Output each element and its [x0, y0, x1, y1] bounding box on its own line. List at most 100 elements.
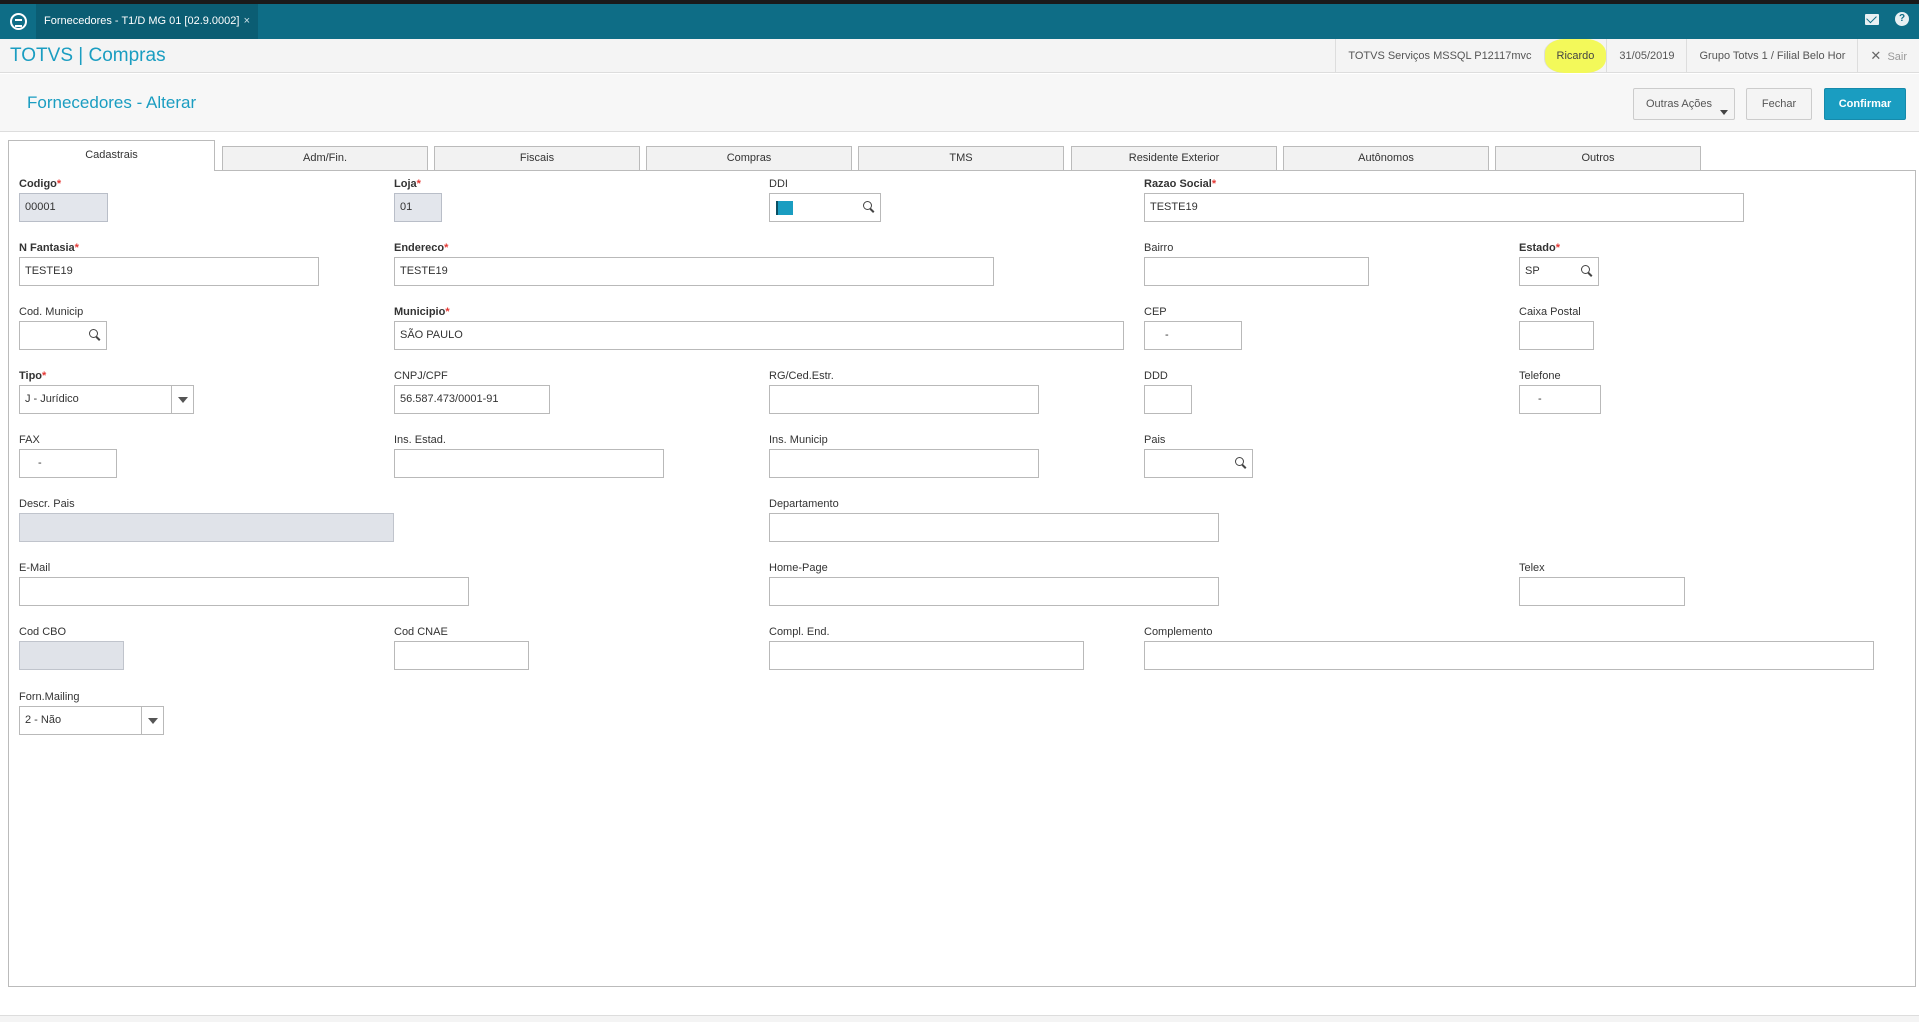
- n-fantasia-label: N Fantasia*: [19, 242, 79, 254]
- ins-estad-field[interactable]: [394, 449, 664, 478]
- window-tab-title: Fornecedores - T1/D MG 01 [02.9.0002]: [44, 15, 240, 27]
- home-page-field[interactable]: [769, 577, 1219, 606]
- tipo-label: Tipo*: [19, 370, 47, 382]
- estado-field[interactable]: SP: [1519, 257, 1599, 286]
- form-header: Fornecedores - Alterar Outras Ações Fech…: [0, 74, 1919, 132]
- other-actions-button[interactable]: Outras Ações: [1633, 88, 1735, 120]
- page-title: Fornecedores - Alterar: [27, 93, 197, 112]
- bairro-field[interactable]: [1144, 257, 1369, 286]
- exit-button[interactable]: ✕ Sair: [1857, 39, 1919, 73]
- tab-residente-exterior[interactable]: Residente Exterior: [1071, 146, 1277, 170]
- cod-cbo-label: Cod CBO: [19, 626, 67, 638]
- compl-end-label: Compl. End.: [769, 626, 830, 638]
- current-date[interactable]: 31/05/2019: [1606, 39, 1686, 73]
- estado-label: Estado*: [1519, 242, 1560, 254]
- other-actions-label: Outras Ações: [1645, 98, 1713, 110]
- razao-social-label: Razao Social*: [1144, 178, 1217, 190]
- totvs-logo-icon[interactable]: [10, 13, 27, 30]
- cep-field[interactable]: -: [1144, 321, 1242, 350]
- ins-estad-label: Ins. Estad.: [394, 434, 446, 446]
- fax-field[interactable]: -: [19, 449, 117, 478]
- tab-autonomos[interactable]: Autônomos: [1283, 146, 1489, 170]
- caixa-postal-label: Caixa Postal: [1519, 306, 1581, 318]
- email-field[interactable]: [19, 577, 469, 606]
- cnpj-cpf-field[interactable]: 56.587.473/0001-91: [394, 385, 550, 414]
- estado-value: SP: [1525, 265, 1540, 277]
- mail-icon[interactable]: [1865, 14, 1879, 25]
- endereco-field[interactable]: TESTE19: [394, 257, 994, 286]
- codigo-field[interactable]: 00001: [19, 193, 108, 222]
- tab-outros[interactable]: Outros: [1495, 146, 1701, 170]
- cod-cnae-field[interactable]: [394, 641, 529, 670]
- departamento-label: Departamento: [769, 498, 839, 510]
- close-icon: ✕: [1870, 48, 1882, 63]
- municipio-field[interactable]: SÃO PAULO: [394, 321, 1124, 350]
- search-icon[interactable]: [1581, 265, 1592, 276]
- forn-mailing-select[interactable]: 2 - Não: [19, 706, 164, 735]
- search-icon[interactable]: [89, 329, 100, 340]
- close-button[interactable]: Fechar: [1746, 88, 1812, 120]
- search-icon[interactable]: [863, 201, 874, 212]
- forn-mailing-label: Forn.Mailing: [19, 691, 80, 703]
- cod-cbo-field[interactable]: [19, 641, 124, 670]
- title-bar: Fornecedores - T1/D MG 01 [02.9.0002] × …: [0, 4, 1919, 39]
- forn-mailing-value: 2 - Não: [25, 714, 62, 726]
- telefone-field[interactable]: -: [1519, 385, 1601, 414]
- telefone-label: Telefone: [1519, 370, 1561, 382]
- user-name[interactable]: Ricardo: [1543, 39, 1607, 73]
- caixa-postal-field[interactable]: [1519, 321, 1594, 350]
- confirm-button[interactable]: Confirmar: [1824, 88, 1906, 120]
- tab-adm-fin[interactable]: Adm/Fin.: [222, 146, 428, 170]
- codigo-label: Codigo*: [19, 178, 62, 190]
- descr-pais-field[interactable]: [19, 513, 394, 542]
- ddd-field[interactable]: [1144, 385, 1192, 414]
- loja-field[interactable]: 01: [394, 193, 442, 222]
- tab-compras[interactable]: Compras: [646, 146, 852, 170]
- search-icon[interactable]: [1235, 457, 1246, 468]
- tab-cadastrais[interactable]: Cadastrais: [8, 140, 215, 171]
- fax-label: FAX: [19, 434, 40, 446]
- email-label: E-Mail: [19, 562, 51, 574]
- tab-fiscais[interactable]: Fiscais: [434, 146, 640, 170]
- tipo-value: J - Jurídico: [25, 393, 79, 405]
- footer-strip: [0, 1015, 1919, 1022]
- telex-label: Telex: [1519, 562, 1545, 574]
- compl-end-field[interactable]: [769, 641, 1084, 670]
- tipo-select[interactable]: J - Jurídico: [19, 385, 194, 414]
- ddd-label: DDD: [1144, 370, 1168, 382]
- text-cursor: [776, 201, 793, 215]
- complemento-label: Complemento: [1144, 626, 1213, 638]
- help-icon[interactable]: ?: [1895, 12, 1909, 26]
- razao-social-field[interactable]: TESTE19: [1144, 193, 1744, 222]
- cnpj-cpf-label: CNPJ/CPF: [394, 370, 448, 382]
- n-fantasia-field[interactable]: TESTE19: [19, 257, 319, 286]
- ins-municip-field[interactable]: [769, 449, 1039, 478]
- rg-ced-estr-field[interactable]: [769, 385, 1039, 414]
- loja-label: Loja*: [394, 178, 421, 190]
- tab-tms[interactable]: TMS: [858, 146, 1064, 170]
- cod-cnae-label: Cod CNAE: [394, 626, 448, 638]
- departamento-field[interactable]: [769, 513, 1219, 542]
- municipio-label: Municipio*: [394, 306, 450, 318]
- endereco-label: Endereco*: [394, 242, 449, 254]
- chevron-down-icon[interactable]: [171, 386, 193, 413]
- cod-municip-label: Cod. Municip: [19, 306, 84, 318]
- complemento-field[interactable]: [1144, 641, 1874, 670]
- close-tab-icon[interactable]: ×: [244, 4, 250, 39]
- app-name: TOTVS | Compras: [10, 45, 166, 66]
- ddi-field[interactable]: [769, 193, 881, 222]
- window-tab[interactable]: Fornecedores - T1/D MG 01 [02.9.0002] ×: [36, 4, 258, 39]
- home-page-label: Home-Page: [769, 562, 828, 574]
- pais-field[interactable]: [1144, 449, 1253, 478]
- telex-field[interactable]: [1519, 577, 1685, 606]
- app-bar: TOTVS | Compras TOTVS Serviços MSSQL P12…: [0, 39, 1919, 73]
- chevron-down-icon[interactable]: [141, 707, 163, 734]
- branch-info[interactable]: Grupo Totvs 1 / Filial Belo Hor: [1686, 39, 1857, 73]
- pais-label: Pais: [1144, 434, 1166, 446]
- cod-municip-field[interactable]: [19, 321, 107, 350]
- cep-label: CEP: [1144, 306, 1167, 318]
- ddi-label: DDI: [769, 178, 788, 190]
- chevron-down-icon: [1720, 110, 1728, 115]
- bairro-label: Bairro: [1144, 242, 1174, 254]
- exit-label: Sair: [1887, 51, 1907, 63]
